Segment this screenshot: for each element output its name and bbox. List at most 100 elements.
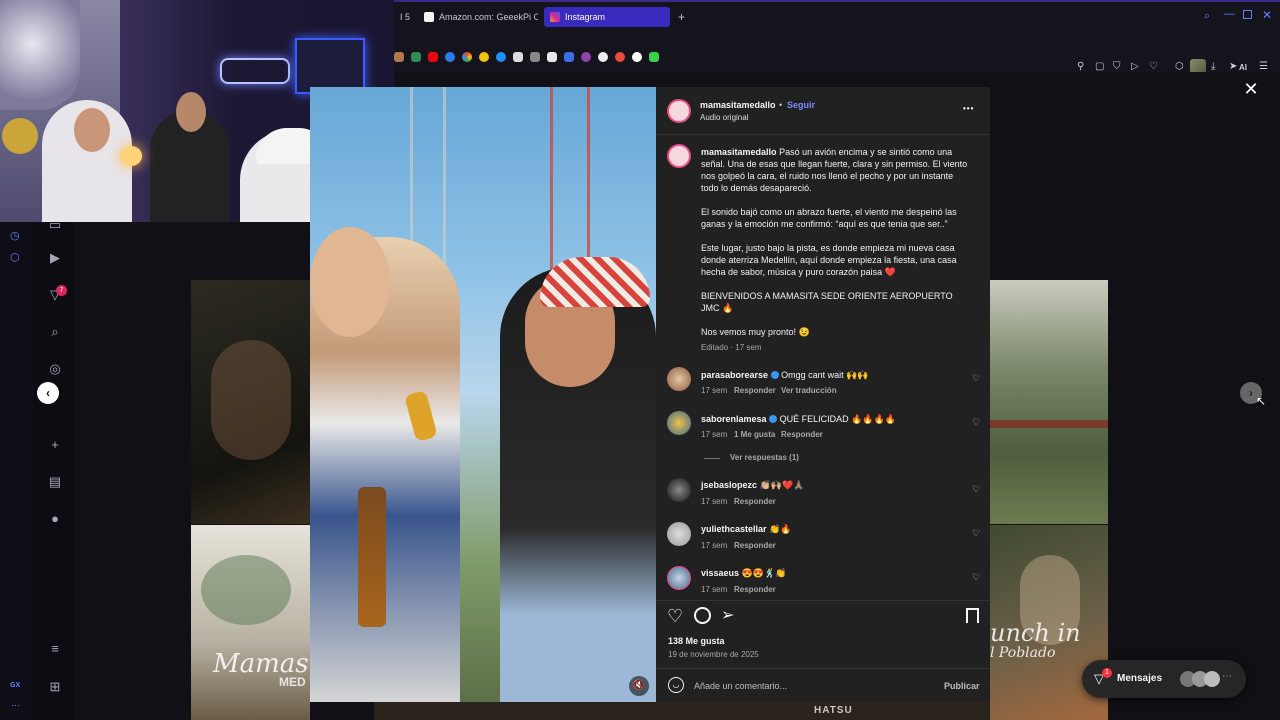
comment-avatar[interactable] (667, 367, 691, 391)
edge-icon[interactable] (445, 52, 455, 62)
bookmark-icon[interactable] (649, 52, 659, 62)
extensions-icon[interactable]: ⬡ (10, 251, 20, 264)
publish-button[interactable]: Publicar (944, 681, 980, 691)
avatar-icon[interactable]: ● (46, 510, 64, 528)
reel-video[interactable] (310, 87, 656, 702)
bookmark-icon[interactable] (547, 52, 557, 62)
view-replies-button[interactable]: Ver respuestas (1) (730, 453, 799, 462)
comment-avatar[interactable] (667, 566, 691, 590)
bookmark-icon[interactable] (581, 52, 591, 62)
emoji-icon[interactable]: ◡ (668, 677, 684, 693)
new-tab-button[interactable]: + (672, 7, 686, 27)
download-icon[interactable]: ⤓ (1211, 61, 1215, 72)
add-icon[interactable]: + (46, 436, 64, 454)
comment-like-icon[interactable]: ♡ (971, 528, 981, 538)
comment-text: 👏🔥 (769, 524, 792, 534)
tab-label: Instagram (565, 12, 606, 22)
youtube-icon[interactable]: ▶ (46, 249, 64, 267)
feed-script-text: unch in (990, 619, 1081, 647)
like-icon[interactable]: ♡ (667, 606, 683, 626)
comment-avatar[interactable] (667, 522, 691, 546)
ai-button[interactable]: AI (1239, 63, 1247, 72)
likes-count[interactable]: 138 Me gusta (668, 636, 725, 646)
bookmark-icon[interactable] (394, 52, 404, 62)
bookmark-icon[interactable] (615, 52, 625, 62)
netflix-icon[interactable] (428, 52, 438, 62)
caption-username[interactable]: mamasitamedallo (701, 147, 777, 157)
chrome-icon[interactable] (462, 52, 472, 62)
bookmark-icon[interactable] (411, 52, 421, 62)
comment-like-icon[interactable]: ♡ (971, 373, 981, 383)
author-avatar[interactable] (667, 99, 691, 123)
mute-icon[interactable]: 🔇 (629, 676, 649, 696)
compass-icon[interactable]: ◎ (46, 360, 64, 378)
author-username[interactable]: mamasitamedallo (700, 100, 776, 110)
whatsapp-icon[interactable] (632, 52, 642, 62)
gx-label: GX (10, 682, 21, 689)
bookmark-icon[interactable] (496, 52, 506, 62)
search-icon[interactable]: ⌕ (1204, 10, 1210, 23)
plus-icon: + (678, 10, 686, 24)
more-icon: ⋯ (1222, 671, 1232, 682)
shield-icon[interactable]: ⛉ (1113, 61, 1121, 72)
comment-like-icon[interactable]: ♡ (971, 484, 981, 494)
extensions-icon[interactable]: ⬡ (1175, 61, 1184, 72)
comment-time: 17 sem (701, 541, 728, 550)
close-icon[interactable]: ✕ (1241, 79, 1261, 99)
previous-arrow-icon[interactable]: ‹ (37, 382, 59, 404)
send-icon[interactable]: ➤ (1229, 61, 1237, 72)
bookmark-icon[interactable] (564, 52, 574, 62)
reply-button[interactable]: Responder (734, 386, 776, 395)
menu-icon[interactable]: ☰ (1259, 61, 1268, 72)
comment-username[interactable]: vissaeus (701, 568, 739, 578)
stats-icon[interactable]: ▤ (46, 473, 64, 491)
reply-button[interactable]: Responder (734, 497, 776, 506)
bitcoin-icon (2, 118, 38, 154)
comment-like-icon[interactable]: ♡ (971, 572, 981, 582)
history-icon[interactable]: ◷ (10, 229, 20, 242)
more-icon[interactable]: ⋯ (11, 700, 20, 711)
comment-likes[interactable]: 1 Me gusta (734, 430, 775, 439)
comment-username[interactable]: yuliethcastellar (701, 524, 767, 534)
comment-avatar[interactable] (667, 411, 691, 435)
translate-button[interactable]: Ver traducción (781, 386, 837, 395)
comment-like-icon[interactable]: ♡ (971, 417, 981, 427)
close-window-icon[interactable]: ✕ (1262, 8, 1272, 22)
comment-avatar[interactable] (667, 478, 691, 502)
bookmark-icon[interactable] (479, 52, 489, 62)
grid-icon[interactable]: ⊞ (46, 678, 64, 696)
search-icon[interactable]: ⌕ (46, 323, 64, 341)
reply-button[interactable]: Responder (734, 585, 776, 594)
feed-sub-text: MED (279, 675, 306, 689)
share-icon[interactable]: ➢ (721, 606, 734, 626)
messages-pill[interactable]: ▽ 1 Mensajes ⋯ (1082, 660, 1246, 698)
save-icon[interactable] (966, 608, 979, 623)
follow-button[interactable]: Seguir (787, 100, 815, 110)
file-icon[interactable] (513, 52, 523, 62)
screenshot-icon[interactable]: ▢ (1095, 61, 1104, 72)
avatar (1204, 671, 1220, 687)
reply-button[interactable]: Responder (734, 541, 776, 550)
divider (656, 134, 990, 135)
restore-icon[interactable] (1243, 10, 1252, 19)
link-icon[interactable] (530, 52, 540, 62)
pin-icon[interactable]: ⚲ (1077, 61, 1084, 72)
more-options-icon[interactable]: ••• (963, 104, 974, 113)
audio-label[interactable]: Audio original (700, 113, 748, 122)
comment-icon[interactable] (694, 607, 711, 624)
comment-username[interactable]: saborenlamesa (701, 414, 767, 424)
play-icon[interactable]: ▷ (1131, 61, 1139, 72)
hamburger-icon[interactable]: ≡ (46, 640, 64, 658)
comment-input[interactable]: Añade un comentario... (694, 681, 787, 691)
comment-username[interactable]: jsebaslopezc (701, 480, 757, 490)
tab-amazon[interactable]: Amazon.com: GeeekPi Ori (418, 7, 538, 27)
tab-partial[interactable]: I 5 (394, 7, 412, 27)
reply-button[interactable]: Responder (781, 430, 823, 439)
caption-avatar[interactable] (667, 144, 691, 168)
comment-username[interactable]: parasaborearse (701, 370, 768, 380)
minimize-icon[interactable]: — (1224, 8, 1235, 20)
heart-icon[interactable]: ♡ (1149, 61, 1158, 72)
tab-instagram[interactable]: Instagram (544, 7, 670, 27)
comment: yuliethcastellar 👏🔥 (701, 524, 791, 535)
anchor-icon[interactable] (598, 52, 608, 62)
